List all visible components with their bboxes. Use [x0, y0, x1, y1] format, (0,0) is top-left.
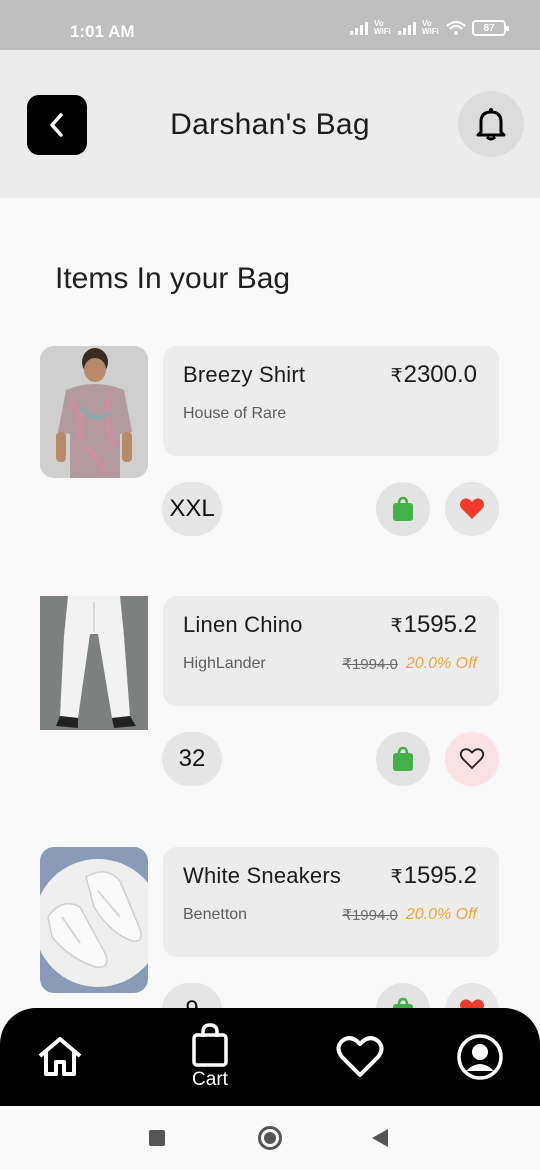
signal-icon: [350, 21, 368, 35]
item-card[interactable]: White Sneakers ₹1595.2 Benetton ₹1994.0 …: [163, 847, 499, 957]
item-name: Linen Chino: [183, 612, 303, 637]
section-title: Items In your Bag: [55, 262, 291, 295]
product-image[interactable]: [40, 847, 148, 993]
discount-percent: 20.0% Off: [405, 655, 477, 672]
wifi-icon: [446, 21, 466, 35]
favorite-button[interactable]: [445, 482, 499, 536]
vowifi-label-1: Vo WiFi: [374, 19, 391, 36]
home-button[interactable]: [258, 1126, 282, 1150]
move-to-bag-button[interactable]: [376, 732, 430, 786]
size-chip[interactable]: 32: [162, 732, 222, 786]
vowifi-label-2: Vo WiFi: [422, 19, 439, 36]
nav-wishlist[interactable]: [334, 1008, 386, 1106]
heart-icon: [460, 498, 484, 519]
system-back-button[interactable]: [372, 1129, 388, 1147]
sneakers-photo: [40, 847, 148, 993]
bag-item-linen-chino: Linen Chino ₹1595.2 HighLander ₹1994.0 2…: [0, 596, 540, 796]
shopping-bag-icon: [192, 1023, 228, 1067]
shopping-bag-icon: [393, 746, 413, 771]
nav-profile[interactable]: [454, 1008, 506, 1106]
item-name: Breezy Shirt: [183, 362, 306, 387]
product-image[interactable]: [40, 596, 148, 730]
home-dot-icon: [264, 1132, 276, 1144]
heart-icon: [336, 1036, 384, 1077]
discount-info: ₹1994.0 20.0% Off: [342, 655, 477, 673]
recent-apps-button[interactable]: [149, 1130, 165, 1146]
system-navigation-bar: [0, 1106, 540, 1170]
discount-info: ₹1994.0 20.0% Off: [342, 906, 477, 924]
item-card[interactable]: Breezy Shirt ₹2300.0 House of Rare: [163, 346, 499, 456]
account-icon: [457, 1034, 503, 1080]
status-bar: 1:01 AM Vo WiFi Vo WiFi 87: [0, 0, 540, 50]
home-icon: [38, 1037, 82, 1076]
size-chip[interactable]: XXL: [162, 482, 222, 536]
item-price: ₹1595.2: [391, 862, 478, 890]
bell-icon: [476, 108, 506, 141]
discount-percent: 20.0% Off: [405, 906, 477, 923]
price-value: 2300.0: [403, 361, 477, 388]
battery-icon: 87: [472, 20, 509, 36]
status-icons: Vo WiFi Vo WiFi 87: [350, 19, 509, 36]
chino-photo: [40, 596, 148, 730]
currency-symbol: ₹: [390, 867, 403, 888]
price-value: 1595.2: [403, 611, 477, 638]
favorite-button[interactable]: [445, 732, 499, 786]
currency-symbol: ₹: [390, 616, 403, 637]
heart-outline-icon: [459, 748, 485, 770]
item-brand: Benetton: [183, 906, 248, 923]
item-price: ₹2300.0: [391, 361, 478, 389]
nav-cart[interactable]: Cart: [175, 1008, 245, 1106]
signal-icon-2: [398, 21, 416, 35]
shirt-photo: [40, 346, 148, 478]
original-price: ₹1994.0: [342, 656, 398, 673]
notifications-button[interactable]: [458, 91, 524, 157]
nav-cart-label: Cart: [192, 1069, 228, 1090]
nav-home[interactable]: [30, 1008, 90, 1106]
bottom-navigation: Cart: [0, 1008, 540, 1106]
item-name: White Sneakers: [183, 863, 342, 888]
currency-symbol: ₹: [390, 366, 403, 387]
item-brand: HighLander: [183, 655, 266, 672]
original-price: ₹1994.0: [342, 907, 398, 924]
shopping-bag-icon: [393, 496, 413, 521]
price-value: 1595.2: [403, 862, 477, 889]
item-brand: House of Rare: [183, 405, 287, 422]
bag-item-breezy-shirt: Breezy Shirt ₹2300.0 House of Rare XXL: [0, 346, 540, 546]
product-image[interactable]: [40, 346, 148, 478]
app-header: Darshan's Bag: [0, 50, 540, 198]
status-time: 1:01 AM: [70, 22, 135, 41]
move-to-bag-button[interactable]: [376, 482, 430, 536]
item-price: ₹1595.2: [391, 611, 478, 639]
item-card[interactable]: Linen Chino ₹1595.2 HighLander ₹1994.0 2…: [163, 596, 499, 706]
